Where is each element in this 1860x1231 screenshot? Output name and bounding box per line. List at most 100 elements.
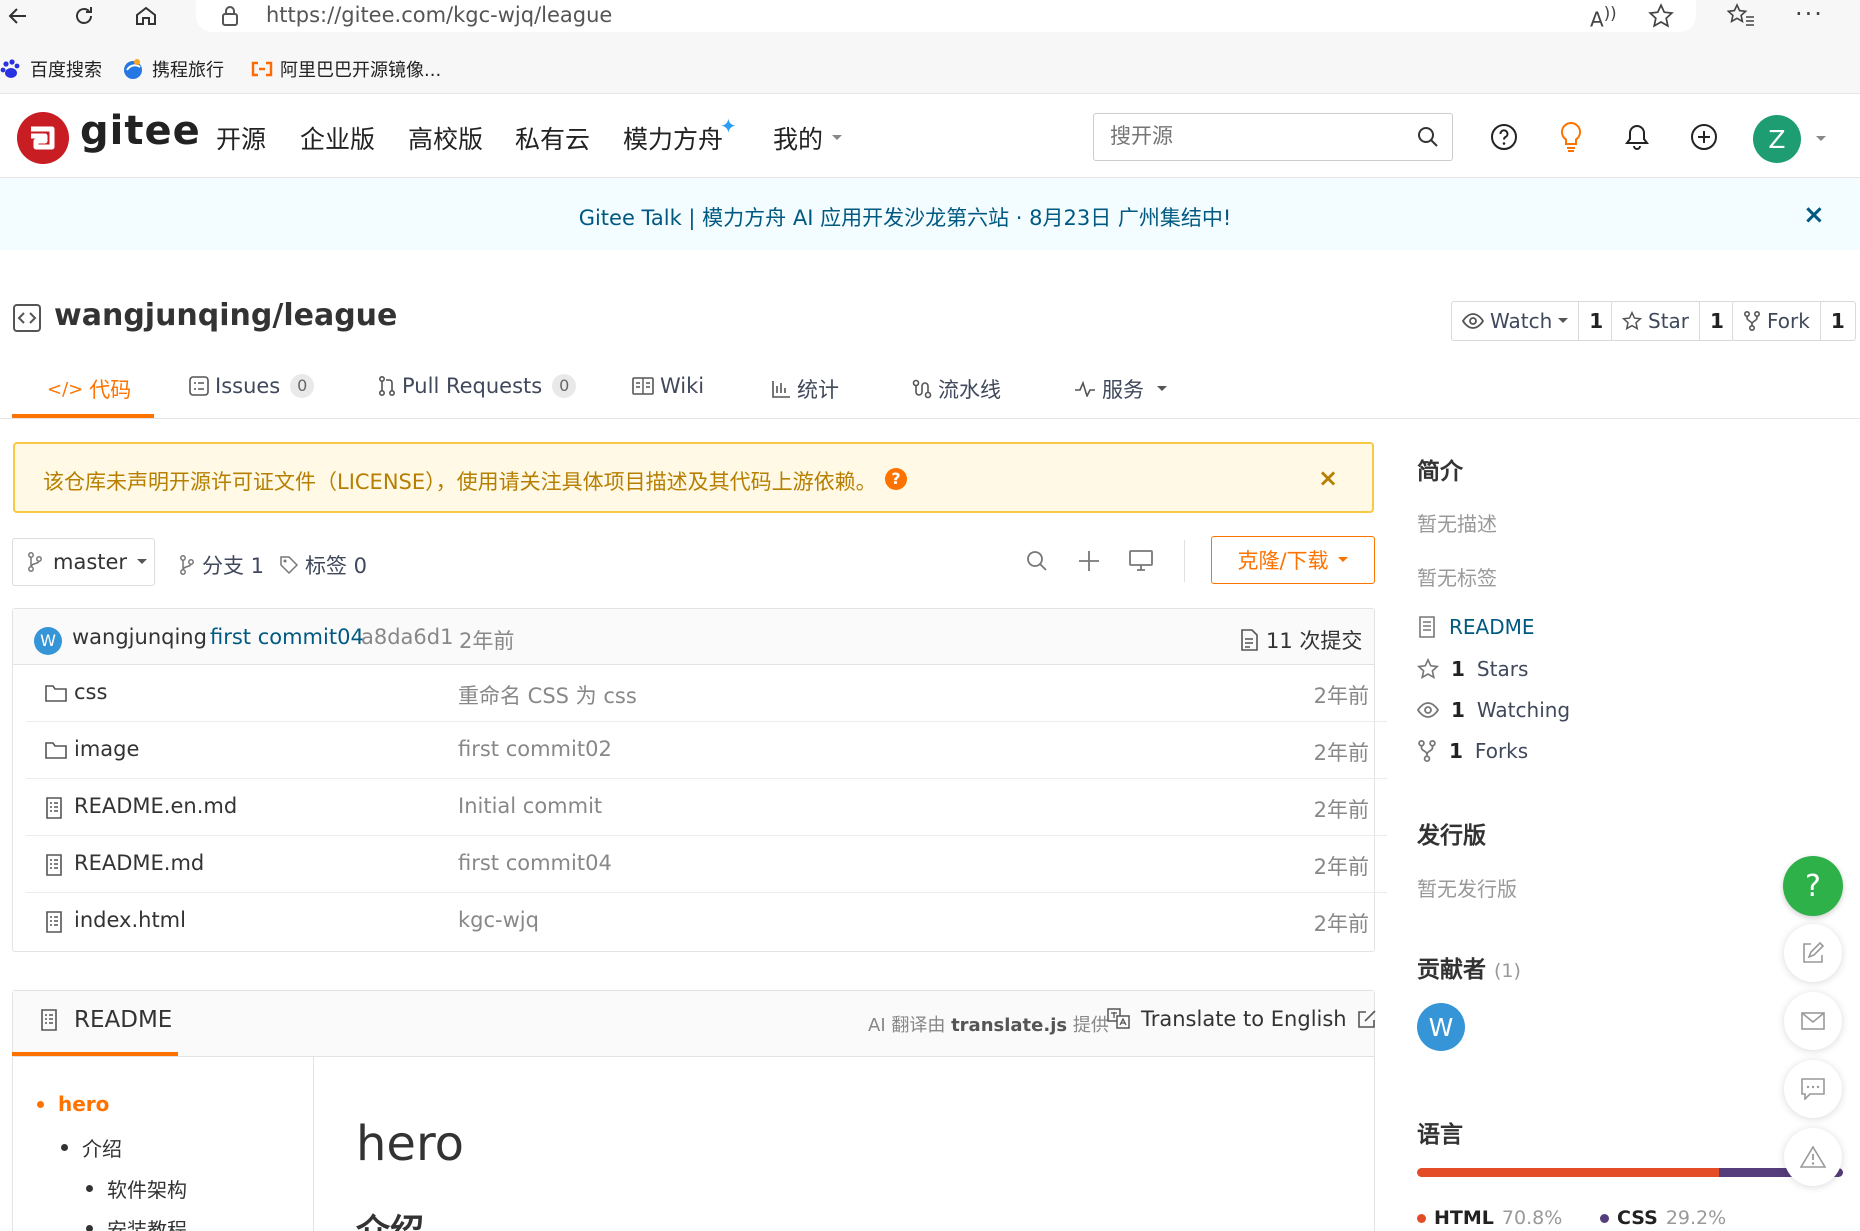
reload-icon[interactable] xyxy=(66,0,102,32)
nav-private-cloud[interactable]: 私有云 xyxy=(515,120,590,156)
nav-education[interactable]: 高校版 xyxy=(408,120,483,156)
toc-label: 软件架构 xyxy=(107,1178,187,1202)
file-name[interactable]: index.html xyxy=(74,908,186,932)
nav-opensource[interactable]: 开源 xyxy=(216,120,266,156)
announcement-link[interactable]: Gitee Talk | 模力方舟 AI 应用开发沙龙第六站 · 8月23日 广… xyxy=(0,202,1810,232)
toc-item-hero[interactable]: hero xyxy=(37,1092,109,1116)
web-ide-monitor-icon[interactable] xyxy=(1126,546,1156,576)
ai-translate-note: AI 翻译由 translate.js 提供 xyxy=(868,1011,1109,1037)
bookmark-aliyun-mirror[interactable]: 阿里巴巴开源镜像... xyxy=(250,56,441,82)
nav-mine[interactable]: 我的 xyxy=(773,120,843,156)
url-text[interactable]: https://gitee.com/kgc-wjq/league xyxy=(266,3,612,27)
announcement-close-icon[interactable]: × xyxy=(1803,200,1825,230)
branches-label: 分支 1 xyxy=(202,554,265,578)
user-avatar[interactable]: Z xyxy=(1753,115,1801,163)
bookmark-ctrip[interactable]: 携程旅行 xyxy=(122,56,224,82)
clone-download-button[interactable]: 克隆/下载 xyxy=(1211,536,1375,584)
watch-button[interactable]: Watch 1 xyxy=(1451,301,1615,341)
lightbulb-icon[interactable] xyxy=(1551,117,1591,157)
search-input[interactable] xyxy=(1110,124,1390,148)
sidebar-stars[interactable]: 1 Stars xyxy=(1417,657,1528,681)
avatar-caret-icon[interactable] xyxy=(1815,135,1827,143)
file-commit-message[interactable]: first commit04 xyxy=(458,851,612,875)
fork-icon xyxy=(1418,740,1436,762)
wiki-book-icon xyxy=(632,377,654,395)
file-name[interactable]: README.md xyxy=(74,851,204,875)
feedback-edit-icon[interactable] xyxy=(1784,924,1842,982)
bookmark-baidu[interactable]: 百度搜索 xyxy=(0,56,102,82)
table-row[interactable]: README.md first commit04 2年前 xyxy=(26,836,1387,893)
toc-item-intro[interactable]: 介绍 xyxy=(61,1133,122,1162)
fork-count[interactable]: 1 xyxy=(1821,302,1855,340)
file-name[interactable]: image xyxy=(74,737,139,761)
sidebar-no-tags: 暂无标签 xyxy=(1417,566,1497,590)
license-help-icon[interactable]: ? xyxy=(885,468,907,490)
gitee-logo-text[interactable]: gitee xyxy=(80,108,201,154)
file-name[interactable]: css xyxy=(74,680,107,704)
repo-title[interactable]: wangjunqing/league xyxy=(54,298,397,333)
lock-icon[interactable] xyxy=(220,5,240,27)
star-count[interactable]: 1 xyxy=(1700,302,1734,340)
home-icon[interactable] xyxy=(128,0,164,32)
fork-button[interactable]: Fork 1 xyxy=(1732,301,1856,341)
read-aloud-icon[interactable]: A)) xyxy=(1590,4,1617,32)
table-row[interactable]: image first commit02 2年前 xyxy=(26,722,1387,779)
tab-issues[interactable]: Issues 0 xyxy=(189,374,315,398)
commit-author[interactable]: wangjunqing xyxy=(72,625,207,649)
help-circle-icon[interactable] xyxy=(1484,117,1524,157)
tab-pipeline[interactable]: 流水线 xyxy=(912,374,1001,404)
table-row[interactable]: README.en.md Initial commit 2年前 xyxy=(26,779,1387,836)
tab-code[interactable]: </> 代码 xyxy=(47,374,131,404)
translate-button[interactable]: Translate to English xyxy=(1107,1007,1377,1031)
readme-tab[interactable]: README xyxy=(74,1007,172,1033)
add-circle-icon[interactable] xyxy=(1684,117,1724,157)
back-icon[interactable] xyxy=(0,0,36,32)
report-warning-icon[interactable] xyxy=(1784,1128,1842,1186)
tab-pull-requests[interactable]: Pull Requests 0 xyxy=(378,374,577,398)
toc-item-install[interactable]: 安装教程 xyxy=(86,1214,187,1231)
tags-link[interactable]: 标签 0 xyxy=(279,550,367,580)
star-button[interactable]: Star 1 xyxy=(1611,301,1735,341)
tab-services[interactable]: 服务 xyxy=(1074,374,1168,404)
search-icon[interactable] xyxy=(1416,125,1440,149)
search-box[interactable] xyxy=(1093,113,1453,161)
file-commit-message[interactable]: kgc-wjq xyxy=(458,908,539,932)
help-float-button[interactable]: ? xyxy=(1783,856,1843,916)
toc-item-architecture[interactable]: 软件架构 xyxy=(86,1174,187,1203)
commit-message[interactable]: first commit04 xyxy=(210,625,364,649)
sidebar-watching[interactable]: 1 Watching xyxy=(1417,698,1570,722)
commit-count-link[interactable]: 11 次提交 xyxy=(1240,625,1362,655)
bell-icon[interactable] xyxy=(1617,117,1657,157)
watch-count[interactable]: 1 xyxy=(1579,302,1613,340)
tab-wiki[interactable]: Wiki xyxy=(632,374,704,398)
favorites-list-icon[interactable] xyxy=(1727,3,1755,29)
file-search-icon[interactable] xyxy=(1022,546,1052,576)
mail-icon[interactable] xyxy=(1784,992,1842,1050)
table-row[interactable]: index.html kgc-wjq 2年前 xyxy=(26,893,1387,950)
branch-select[interactable]: master xyxy=(12,538,155,586)
branches-link[interactable]: 分支 1 xyxy=(178,550,264,580)
file-commit-message[interactable]: Initial commit xyxy=(458,794,602,818)
table-row[interactable]: css 重命名 CSS 为 css 2年前 xyxy=(26,665,1387,722)
file-commit-message[interactable]: first commit02 xyxy=(458,737,612,761)
file-time: 2年前 xyxy=(1313,798,1369,822)
ai-note-lib[interactable]: translate.js xyxy=(951,1015,1067,1036)
file-name[interactable]: README.en.md xyxy=(74,794,237,818)
sidebar-readme-link[interactable]: README xyxy=(1417,615,1535,639)
watch-label: Watch xyxy=(1490,309,1553,333)
tab-stats[interactable]: 统计 xyxy=(771,374,839,404)
nav-moli-fangzhou[interactable]: 模力方舟 xyxy=(623,120,723,156)
folder-icon xyxy=(45,683,67,705)
gitee-logo-icon[interactable] xyxy=(17,112,69,164)
commit-author-avatar[interactable]: W xyxy=(34,627,62,655)
license-close-icon[interactable]: × xyxy=(1318,464,1338,492)
contributor-avatar[interactable]: W xyxy=(1417,1003,1465,1051)
nav-enterprise[interactable]: 企业版 xyxy=(300,120,375,156)
sidebar-forks[interactable]: 1 Forks xyxy=(1417,739,1528,763)
add-file-icon[interactable] xyxy=(1074,546,1104,576)
commit-hash[interactable]: a8da6d1 xyxy=(361,625,453,649)
favorite-star-icon[interactable] xyxy=(1648,3,1674,29)
chat-icon[interactable] xyxy=(1784,1060,1842,1118)
file-commit-message[interactable]: 重命名 CSS 为 css xyxy=(458,680,637,710)
more-menu-icon[interactable]: ··· xyxy=(1795,0,1824,28)
